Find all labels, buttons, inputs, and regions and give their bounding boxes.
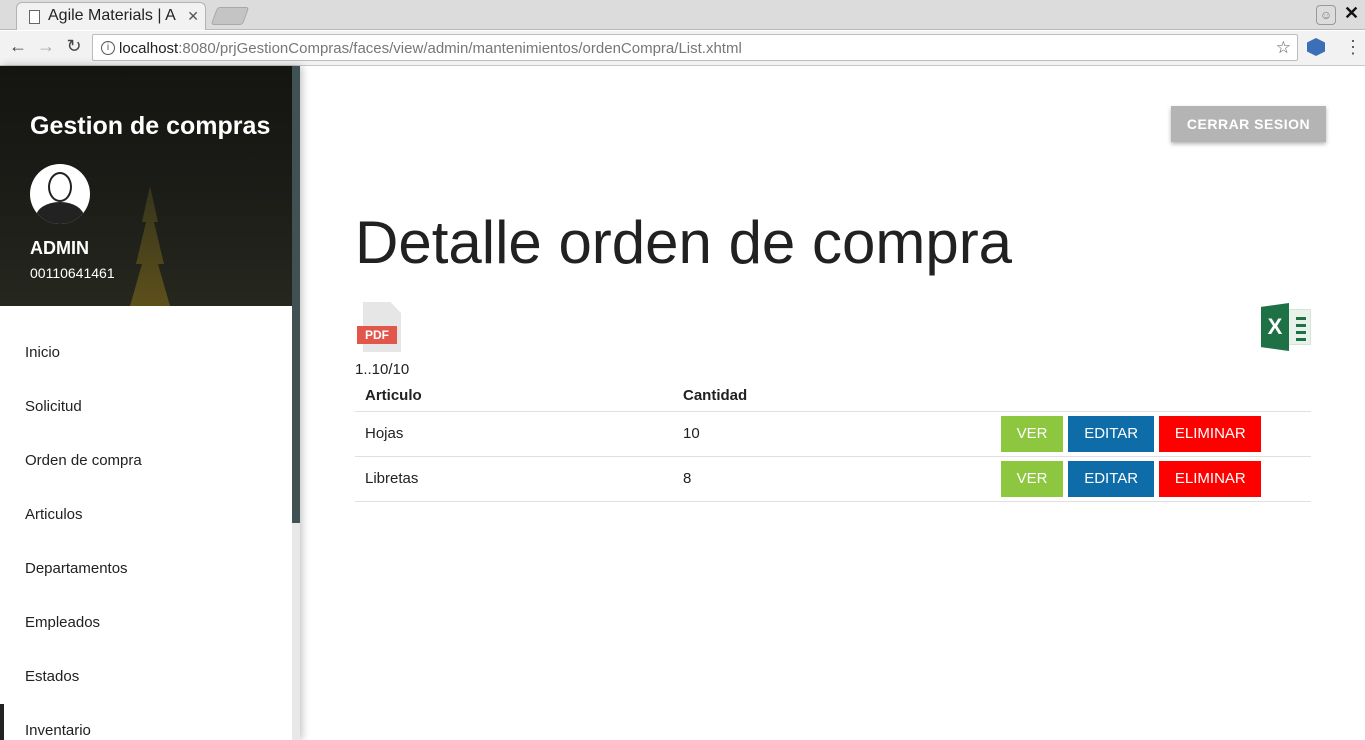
url-path: :8080/prjGestionCompras/faces/view/admin…: [178, 40, 742, 57]
url-text[interactable]: localhost:8080/prjGestionCompras/faces/v…: [119, 40, 742, 57]
tab-title: Agile Materials | A: [48, 7, 176, 24]
user-name: ADMIN: [30, 238, 89, 258]
cell-cantidad: 8: [673, 456, 991, 502]
back-arrow-icon[interactable]: ←: [7, 36, 29, 57]
sidebar-scrollbar-thumb[interactable]: [292, 66, 300, 523]
user-id: 00110641461: [30, 265, 115, 281]
profile-icon[interactable]: ☺: [1316, 5, 1336, 25]
sidebar-item-departamentos[interactable]: Departamentos: [0, 542, 292, 596]
cell-cantidad: 10: [673, 411, 991, 457]
menu-icon[interactable]: ⋮: [1344, 37, 1362, 58]
column-header-articulo[interactable]: Articulo: [355, 380, 673, 412]
brand-title: Gestion de compras: [30, 112, 271, 140]
sidebar-menu: Inicio Solicitud Orden de compra Articul…: [0, 326, 292, 740]
column-header-actions: [991, 380, 1311, 412]
excel-x-label: X: [1261, 303, 1289, 351]
url-host: localhost: [119, 40, 179, 57]
sidebar-item-estados[interactable]: Estados: [0, 650, 292, 704]
star-icon[interactable]: ☆: [1276, 38, 1291, 58]
avatar-head: [48, 172, 72, 202]
forward-arrow-icon[interactable]: →: [35, 36, 57, 57]
info-icon[interactable]: i: [101, 41, 115, 55]
sidebar-header: Gestion de compras ADMIN 00110641461: [0, 66, 292, 306]
browser-toolbar: ← → ↻ i localhost:8080/prjGestionCompras…: [0, 31, 1365, 66]
table-row: Hojas 10 VER EDITAR ELIMINAR: [355, 411, 1311, 457]
address-bar[interactable]: i localhost:8080/prjGestionCompras/faces…: [92, 34, 1298, 61]
cell-actions: VER EDITAR ELIMINAR: [991, 411, 1311, 457]
sidebar-item-orden-de-compra[interactable]: Orden de compra: [0, 434, 292, 488]
column-header-cantidad[interactable]: Cantidad: [673, 380, 991, 412]
eliminar-button[interactable]: ELIMINAR: [1159, 415, 1262, 452]
tree-decoration: [130, 186, 170, 306]
sidebar-item-inventario[interactable]: Inventario: [0, 704, 292, 740]
sidebar-item-solicitud[interactable]: Solicitud: [0, 380, 292, 434]
window-close-icon[interactable]: ✕: [1344, 3, 1359, 24]
table-header-row: Articulo Cantidad: [355, 380, 1311, 412]
excel-icon[interactable]: X: [1261, 303, 1311, 351]
extension-icon[interactable]: [1307, 38, 1325, 56]
page-title: Detalle orden de compra: [355, 209, 1013, 276]
ver-button[interactable]: VER: [1001, 460, 1063, 497]
new-tab-button[interactable]: [210, 7, 250, 25]
table-row: Libretas 8 VER EDITAR ELIMINAR: [355, 456, 1311, 502]
eliminar-button[interactable]: ELIMINAR: [1159, 460, 1262, 497]
sidebar: Gestion de compras ADMIN 00110641461 Ini…: [0, 66, 300, 740]
pdf-icon[interactable]: PDF: [357, 302, 403, 352]
reload-icon[interactable]: ↻: [63, 36, 85, 57]
avatar-icon: [30, 164, 90, 224]
sidebar-item-empleados[interactable]: Empleados: [0, 596, 292, 650]
avatar-body: [36, 202, 84, 224]
sidebar-item-inicio[interactable]: Inicio: [0, 326, 292, 380]
ver-button[interactable]: VER: [1001, 415, 1063, 452]
editar-button[interactable]: EDITAR: [1068, 415, 1155, 452]
cell-actions: VER EDITAR ELIMINAR: [991, 456, 1311, 502]
editar-button[interactable]: EDITAR: [1068, 460, 1155, 497]
tab-close-icon[interactable]: ✕: [187, 8, 199, 25]
pdf-label: PDF: [357, 326, 397, 344]
cell-articulo: Hojas: [355, 411, 673, 457]
paginator: 1..10/10: [355, 361, 410, 378]
browser-tab-bar: Agile Materials | A ✕ ☺ ✕: [0, 0, 1365, 30]
page-icon: [29, 10, 40, 24]
cell-articulo: Libretas: [355, 456, 673, 502]
sidebar-item-articulos[interactable]: Articulos: [0, 488, 292, 542]
logout-button[interactable]: CERRAR SESION: [1171, 106, 1326, 142]
browser-tab[interactable]: Agile Materials | A ✕: [16, 2, 206, 30]
orden-compra-table: Articulo Cantidad Hojas 10 VER EDITAR EL…: [355, 380, 1311, 502]
active-item-marker: [0, 704, 4, 740]
